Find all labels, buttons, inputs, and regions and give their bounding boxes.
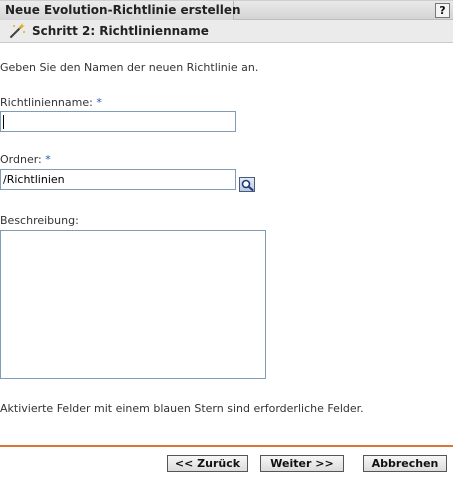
window-title: Neue Evolution-Richtlinie erstellen	[0, 1, 241, 20]
step-title: Schritt 2: Richtlinienname	[32, 24, 209, 38]
required-asterisk: *	[96, 96, 102, 109]
folder-value: /Richtlinien	[3, 173, 65, 186]
description-textarea[interactable]	[0, 230, 266, 379]
folder-input[interactable]: /Richtlinien	[0, 169, 236, 190]
footer-divider	[0, 445, 453, 447]
intro-text: Geben Sie den Namen der neuen Richtlinie…	[0, 61, 259, 74]
text-caret	[3, 115, 4, 129]
folder-label-text: Ordner:	[0, 153, 42, 166]
name-field-label: Richtlinienname: *	[0, 96, 102, 109]
help-button[interactable]: ?	[435, 3, 450, 18]
required-asterisk: *	[45, 153, 51, 166]
browse-folder-button[interactable]	[239, 177, 255, 192]
step-header: Schritt 2: Richtlinienname	[0, 20, 453, 43]
required-fields-note: Aktivierte Felder mit einem blauen Stern…	[0, 402, 364, 415]
wand-icon	[10, 23, 25, 38]
magnifier-icon	[241, 179, 254, 191]
next-button[interactable]: Weiter >>	[260, 455, 344, 472]
folder-field-label: Ordner: *	[0, 153, 51, 166]
description-field-label: Beschreibung:	[0, 214, 79, 227]
name-label-text: Richtlinienname:	[0, 96, 93, 109]
back-button[interactable]: << Zurück	[167, 455, 248, 472]
policy-name-input[interactable]	[0, 111, 236, 132]
title-bar: Neue Evolution-Richtlinie erstellen ?	[0, 0, 453, 20]
cancel-button[interactable]: Abbrechen	[363, 455, 447, 472]
